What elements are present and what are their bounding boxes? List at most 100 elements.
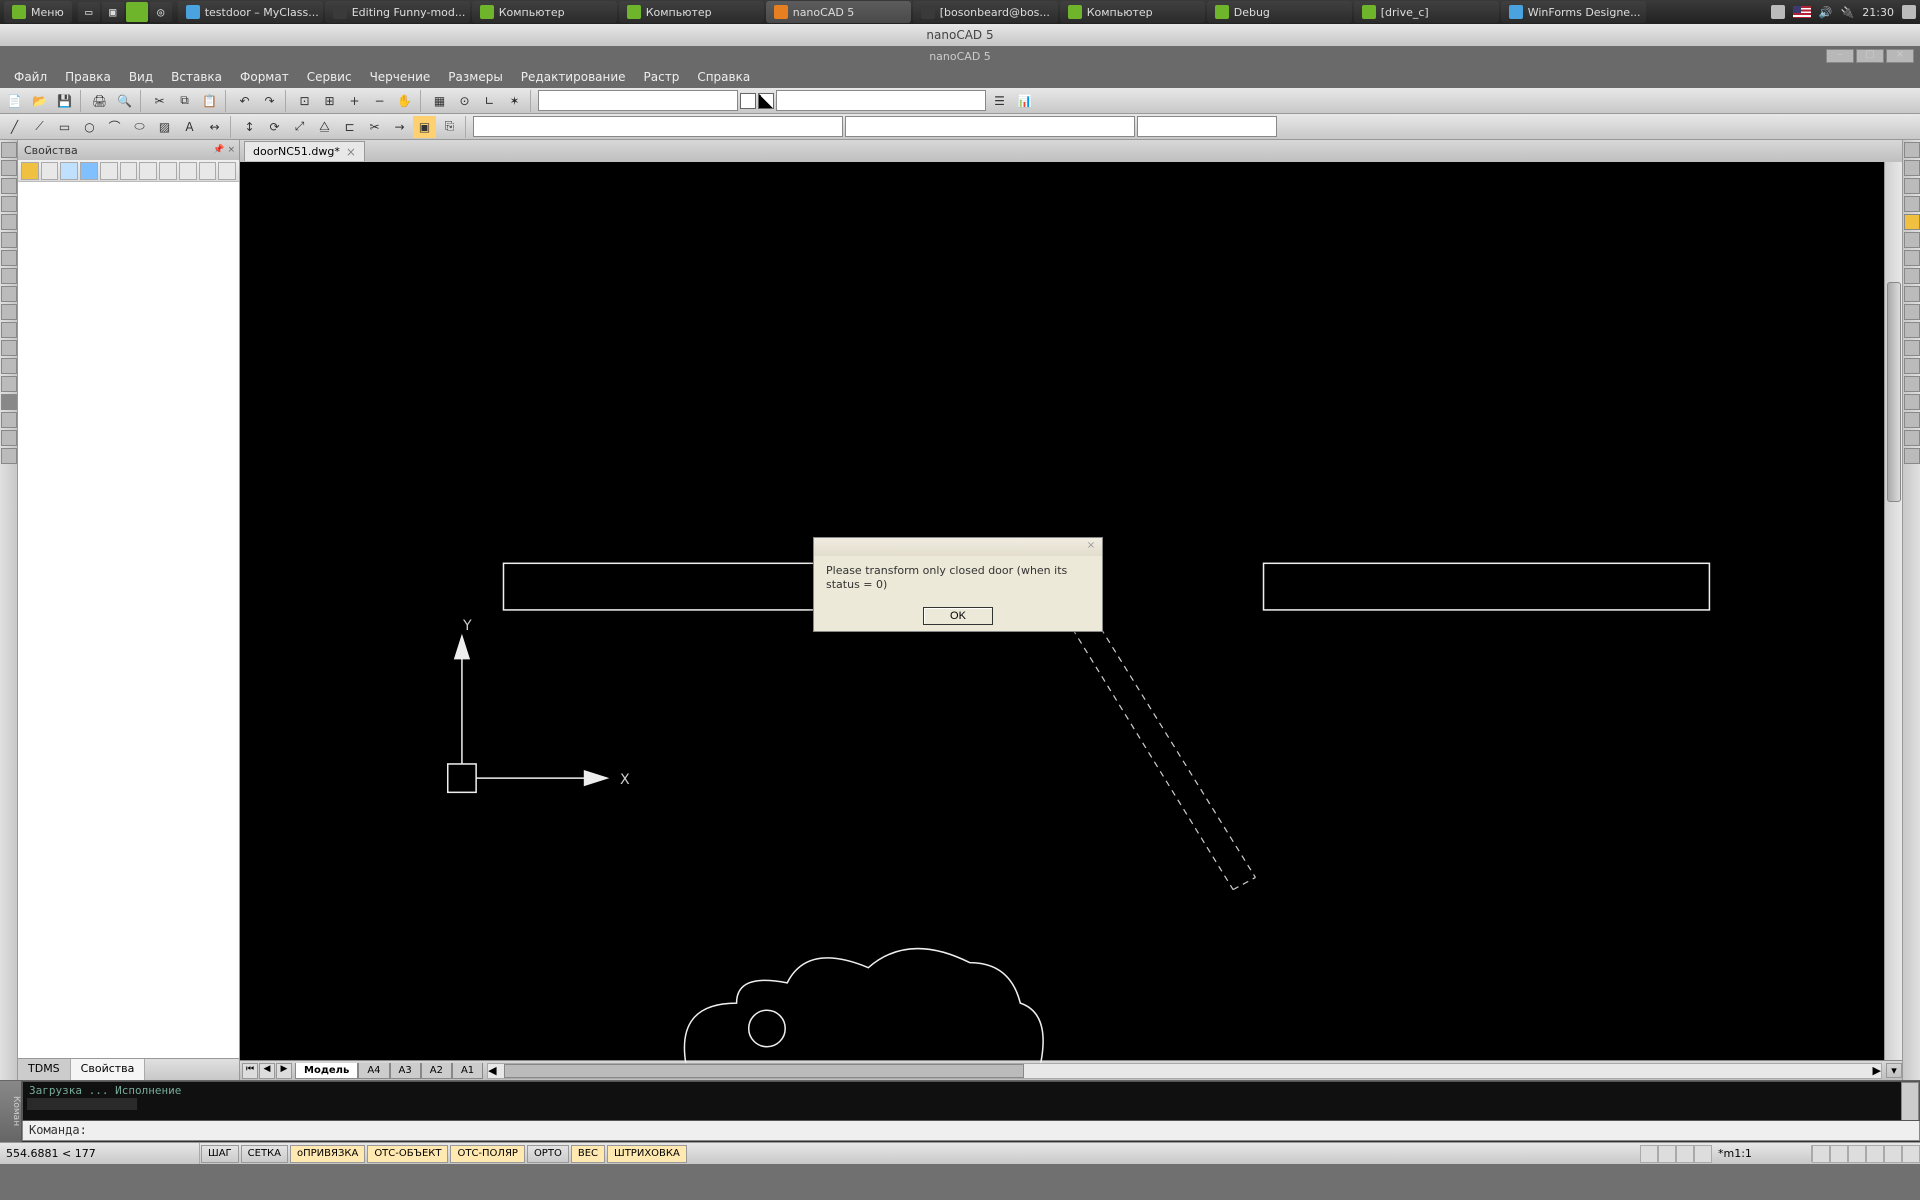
taskbar-item[interactable]: testdoor – MyClass... [178, 1, 323, 23]
taskbar-item[interactable]: [drive_c] [1354, 1, 1499, 23]
style-combo-2[interactable] [845, 116, 1135, 137]
lineweight-icon[interactable]: ☰ [988, 90, 1011, 112]
status-ico-10[interactable] [1902, 1145, 1920, 1163]
undo-icon[interactable]: ↶ [233, 90, 256, 112]
trim-tool-icon[interactable]: ✂ [363, 116, 386, 138]
rtool-6[interactable] [1904, 232, 1920, 248]
ltool-3[interactable] [1, 178, 17, 194]
status-ico-5[interactable] [1812, 1145, 1830, 1163]
properties-panel-title[interactable]: Свойства 📌 × [18, 140, 239, 160]
ellipse-tool-icon[interactable]: ⬭ [128, 116, 151, 138]
status-ico-2[interactable] [1658, 1145, 1676, 1163]
ltool-17[interactable] [1, 430, 17, 446]
ptool-5[interactable] [100, 162, 118, 180]
files-icon[interactable] [126, 2, 148, 22]
drawing-canvas[interactable]: Y X × Please transform only closed door … [240, 162, 1902, 1060]
command-input[interactable]: Команда: [22, 1121, 1920, 1141]
close-icon[interactable]: × [346, 145, 356, 159]
rtool-16[interactable] [1904, 412, 1920, 428]
ltool-11[interactable] [1, 322, 17, 338]
rtool-15[interactable] [1904, 394, 1920, 410]
taskbar-item[interactable]: Debug [1207, 1, 1352, 23]
rtool-3[interactable] [1904, 178, 1920, 194]
canvas-horizontal-scrollbar[interactable]: ◀ ▶ [487, 1063, 1882, 1079]
insert-tool-icon[interactable]: ⎘ [438, 116, 461, 138]
os-start-menu[interactable]: Меню [4, 1, 72, 23]
status-ico-7[interactable] [1848, 1145, 1866, 1163]
ltool-15[interactable] [1, 394, 17, 410]
rtool-2[interactable] [1904, 160, 1920, 176]
taskbar-item[interactable]: Editing Funny-mod... [325, 1, 470, 23]
paste-icon[interactable]: 📋 [198, 90, 221, 112]
menu-item[interactable]: Вид [121, 67, 161, 87]
ptool-4[interactable] [80, 162, 98, 180]
cmd-scrollbar[interactable] [1901, 1082, 1919, 1121]
zoom-extents-icon[interactable]: ⊞ [318, 90, 341, 112]
pan-icon[interactable]: ✋ [393, 90, 416, 112]
ltool-4[interactable] [1, 196, 17, 212]
menu-item[interactable]: Сервис [299, 67, 360, 87]
dialog-titlebar[interactable]: × [814, 538, 1102, 556]
menu-item[interactable]: Размеры [440, 67, 511, 87]
rtool-12[interactable] [1904, 340, 1920, 356]
menu-item[interactable]: Правка [57, 67, 119, 87]
extend-tool-icon[interactable]: → [388, 116, 411, 138]
ptool-9[interactable] [179, 162, 197, 180]
mirror-tool-icon[interactable]: ⧋ [313, 116, 336, 138]
arc-tool-icon[interactable]: ⌒ [103, 116, 126, 138]
redo-icon[interactable]: ↷ [258, 90, 281, 112]
ltool-10[interactable] [1, 304, 17, 320]
rtool-18[interactable] [1904, 448, 1920, 464]
status-toggle[interactable]: ШАГ [201, 1145, 239, 1163]
ptool-1[interactable] [21, 162, 39, 180]
color-swatch-bw[interactable] [758, 93, 774, 109]
tab-properties[interactable]: Свойства [71, 1059, 146, 1080]
dim-tool-icon[interactable]: ↔ [203, 116, 226, 138]
properties-icon[interactable]: 📊 [1013, 90, 1036, 112]
new-file-icon[interactable]: 📄 [3, 90, 26, 112]
ptool-10[interactable] [199, 162, 217, 180]
rtool-14[interactable] [1904, 376, 1920, 392]
zoom-out-icon[interactable]: − [368, 90, 391, 112]
status-ico-4[interactable] [1694, 1145, 1712, 1163]
volume-icon[interactable]: 🔊 [1819, 6, 1833, 19]
ltool-7[interactable] [1, 250, 17, 266]
ltool-12[interactable] [1, 340, 17, 356]
canvas-vertical-scrollbar[interactable] [1884, 162, 1902, 1060]
text-tool-icon[interactable]: A [178, 116, 201, 138]
rtool-13[interactable] [1904, 358, 1920, 374]
scrollbar-thumb[interactable] [1887, 282, 1901, 502]
tray-menu-icon[interactable] [1902, 5, 1916, 19]
polyline-tool-icon[interactable]: ⟋ [28, 116, 51, 138]
snap-icon[interactable]: ⊙ [453, 90, 476, 112]
ltool-1[interactable] [1, 142, 17, 158]
line-tool-icon[interactable]: ╱ [3, 116, 26, 138]
status-ico-3[interactable] [1676, 1145, 1694, 1163]
ptool-7[interactable] [139, 162, 157, 180]
clock[interactable]: 21:30 [1862, 6, 1894, 19]
status-toggle[interactable]: ОРТО [527, 1145, 569, 1163]
copy-icon[interactable]: ⧉ [173, 90, 196, 112]
linetype-combo[interactable] [776, 90, 986, 111]
status-scale[interactable]: *m1:1 [1712, 1145, 1812, 1162]
menu-item[interactable]: Справка [689, 67, 758, 87]
ltool-5[interactable] [1, 214, 17, 230]
ltool-2[interactable] [1, 160, 17, 176]
taskbar-item[interactable]: Компьютер [1060, 1, 1205, 23]
hscroll-thumb[interactable] [504, 1064, 1024, 1078]
rotate-tool-icon[interactable]: ⟳ [263, 116, 286, 138]
status-toggle[interactable]: ОТС-ОБЪЕКТ [367, 1145, 448, 1163]
ok-button[interactable]: OK [923, 607, 993, 625]
tab-tdms[interactable]: TDMS [18, 1059, 71, 1080]
maximize-button[interactable]: □ [1856, 49, 1884, 63]
grid-icon[interactable]: ▦ [428, 90, 451, 112]
circle-tool-icon[interactable]: ○ [78, 116, 101, 138]
rtool-11[interactable] [1904, 322, 1920, 338]
ltool-14[interactable] [1, 376, 17, 392]
menu-item[interactable]: Черчение [362, 67, 439, 87]
rtool-1[interactable] [1904, 142, 1920, 158]
ltool-6[interactable] [1, 232, 17, 248]
block-tool-icon[interactable]: ▣ [413, 116, 436, 138]
rectangle-tool-icon[interactable]: ▭ [53, 116, 76, 138]
rtool-10[interactable] [1904, 304, 1920, 320]
